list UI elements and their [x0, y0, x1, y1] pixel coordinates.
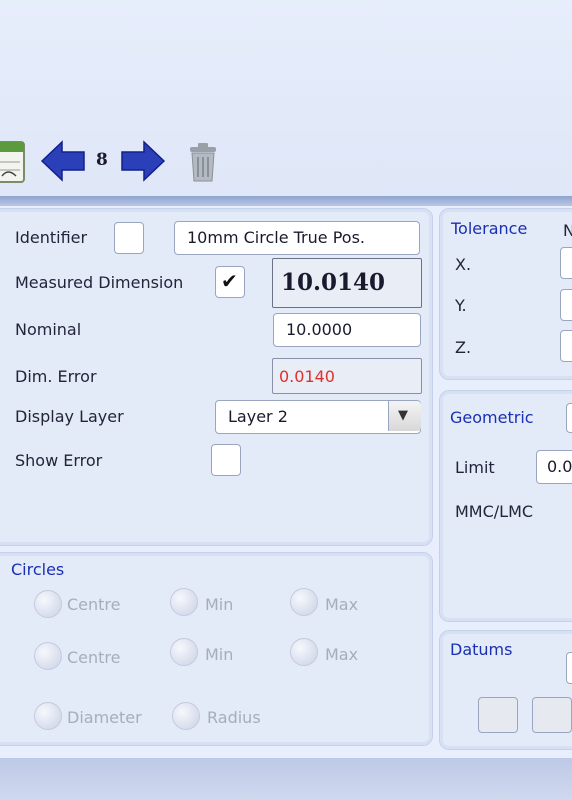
toolbar-divider: [0, 196, 572, 206]
radius-label: Radius: [207, 708, 261, 727]
calendar-icon[interactable]: [0, 140, 26, 184]
arrow-right-icon[interactable]: [120, 140, 166, 182]
tolerance-column-header: N: [563, 221, 572, 240]
show-error-checkbox[interactable]: [211, 444, 241, 476]
centre-radio-1[interactable]: [34, 590, 62, 618]
tolerance-title: Tolerance: [451, 219, 528, 238]
geometric-type-field[interactable]: [566, 403, 572, 433]
y-label: Y.: [455, 296, 467, 315]
y-tolerance-field[interactable]: [560, 289, 572, 321]
z-tolerance-field[interactable]: [560, 330, 572, 362]
show-error-label: Show Error: [15, 451, 103, 470]
min-label-2: Min: [205, 645, 234, 664]
identifier-label: Identifier: [15, 228, 88, 247]
identifier-checkbox[interactable]: [114, 222, 144, 254]
x-label: X.: [455, 255, 472, 274]
z-label: Z.: [455, 338, 472, 357]
mmc-lmc-label: MMC/LMC: [455, 502, 534, 521]
max-label-1: Max: [325, 595, 359, 614]
dim-error-value: 0.0140: [279, 367, 335, 386]
nominal-value: 10.0000: [286, 320, 353, 339]
dim-error-display: 0.0140: [272, 358, 422, 394]
max-radio-2[interactable]: [290, 638, 318, 666]
geometric-title: Geometric: [450, 408, 534, 427]
display-layer-value: Layer 2: [228, 407, 288, 426]
diameter-radio[interactable]: [34, 702, 62, 730]
bottom-bar: [0, 758, 572, 800]
dim-error-label: Dim. Error: [15, 367, 97, 386]
diameter-label: Diameter: [67, 708, 142, 727]
min-radio-1[interactable]: [170, 588, 198, 616]
radius-radio[interactable]: [172, 702, 200, 730]
min-label-1: Min: [205, 595, 234, 614]
measured-dimension-label: Measured Dimension: [15, 273, 184, 292]
limit-label: Limit: [455, 458, 495, 477]
centre-label-1: Centre: [67, 595, 121, 614]
dropdown-button[interactable]: ▼: [388, 401, 421, 431]
record-counter: 8: [96, 150, 108, 170]
limit-value: 0.0: [547, 457, 572, 476]
max-label-2: Max: [325, 645, 359, 664]
datums-title: Datums: [450, 640, 513, 659]
identifier-value: 10mm Circle True Pos.: [187, 228, 365, 247]
limit-field[interactable]: 0.0: [536, 450, 572, 484]
centre-radio-2[interactable]: [34, 642, 62, 670]
datum-button-a[interactable]: [478, 697, 518, 733]
datum-selector-field[interactable]: [566, 652, 572, 684]
chevron-down-icon: ▼: [398, 408, 408, 423]
nominal-label: Nominal: [15, 320, 82, 339]
display-layer-label: Display Layer: [15, 407, 124, 426]
datum-button-b[interactable]: [532, 697, 572, 733]
trash-icon[interactable]: [186, 141, 220, 183]
measured-value-display: 10.0140: [272, 258, 422, 308]
x-tolerance-field[interactable]: [560, 247, 572, 279]
measured-dimension-checkbox[interactable]: ✔: [215, 266, 245, 298]
display-layer-select[interactable]: Layer 2 ▼: [215, 400, 421, 434]
max-radio-1[interactable]: [290, 588, 318, 616]
arrow-left-icon[interactable]: [40, 140, 86, 182]
measured-value: 10.0140: [281, 269, 386, 296]
nominal-field[interactable]: 10.0000: [273, 313, 421, 347]
centre-label-2: Centre: [67, 648, 121, 667]
checkmark-icon: ✔: [221, 269, 238, 293]
identifier-field[interactable]: 10mm Circle True Pos.: [174, 221, 420, 255]
circles-title: Circles: [11, 560, 65, 579]
min-radio-2[interactable]: [170, 638, 198, 666]
